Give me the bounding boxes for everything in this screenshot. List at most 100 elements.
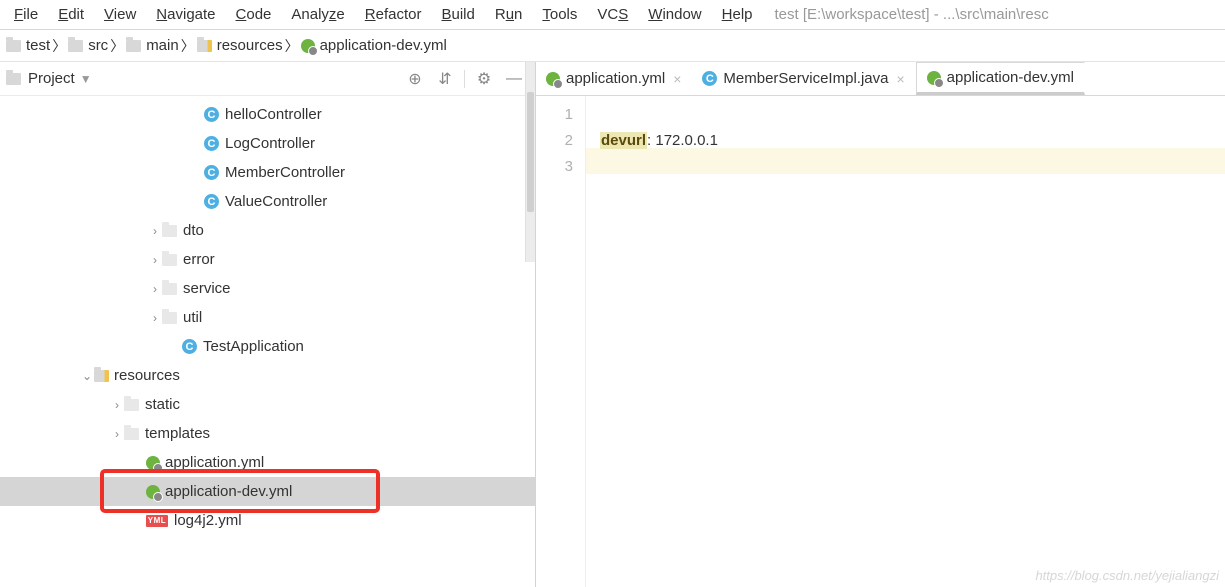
code-line: devurl: 172.0.0.1: [600, 128, 1225, 154]
tree-node[interactable]: C MemberController: [0, 158, 535, 187]
tree-node-label: TestApplication: [203, 338, 304, 355]
project-dropdown-icon[interactable]: ▼: [80, 72, 92, 86]
yml-icon: YML: [146, 515, 168, 527]
close-icon[interactable]: ×: [896, 71, 904, 87]
editor-tab[interactable]: application-dev.yml: [916, 62, 1085, 95]
breadcrumb-label: src: [88, 37, 108, 54]
gear-icon[interactable]: ⚙: [474, 69, 494, 89]
tree-node[interactable]: ›templates: [0, 419, 535, 448]
tree-arrow-icon[interactable]: ›: [110, 398, 124, 412]
menu-item[interactable]: Analyze: [281, 4, 354, 25]
spring-icon: [301, 39, 315, 53]
breadcrumb-label: test: [26, 37, 50, 54]
tree-node-label: application.yml: [165, 454, 264, 471]
menu-item[interactable]: Window: [638, 4, 711, 25]
menu-bar: FileEditViewNavigateCodeAnalyzeRefactorB…: [0, 0, 1225, 30]
tree-scrollbar[interactable]: [525, 96, 535, 262]
spring-icon: [146, 456, 160, 470]
menu-item[interactable]: Build: [431, 4, 484, 25]
spring-icon: [927, 71, 941, 85]
scrollbar-thumb[interactable]: [527, 96, 534, 212]
tree-node-label: LogController: [225, 135, 315, 152]
menu-item[interactable]: Help: [712, 4, 763, 25]
tree-node[interactable]: ChelloController: [0, 100, 535, 129]
locate-icon[interactable]: ⊕: [405, 69, 425, 89]
window-title: test [E:\workspace\test] - ...\src\main\…: [775, 6, 1049, 23]
folder-icon: [162, 254, 177, 266]
project-tree[interactable]: ChelloControllerCLogControllerCMemberCon…: [0, 96, 535, 587]
breadcrumb-item[interactable]: test: [4, 37, 52, 54]
tree-node[interactable]: ›static: [0, 390, 535, 419]
menu-item[interactable]: Run: [485, 4, 533, 25]
menu-item[interactable]: Refactor: [355, 4, 432, 25]
tree-node[interactable]: › dto: [0, 216, 535, 245]
menu-item[interactable]: Edit: [48, 4, 94, 25]
breadcrumb-separator: 〉: [110, 36, 124, 56]
tree-node-label: helloController: [225, 106, 322, 123]
toolbar-divider: [464, 70, 465, 88]
breadcrumb-item[interactable]: src: [66, 37, 110, 54]
tree-node[interactable]: ›error: [0, 245, 535, 274]
tree-node[interactable]: C TestApplication: [0, 332, 535, 361]
tree-node-label: application-dev.yml: [165, 483, 292, 500]
folder-icon: [124, 399, 139, 411]
breadcrumb-label: application-dev.yml: [320, 37, 447, 54]
source-view[interactable]: devurl: 172.0.0.1: [586, 96, 1225, 587]
tree-arrow-icon[interactable]: ›: [110, 427, 124, 441]
tree-arrow-icon[interactable]: ›: [148, 311, 162, 325]
menu-item[interactable]: Code: [226, 4, 282, 25]
tree-node[interactable]: › util: [0, 303, 535, 332]
class-icon: C: [204, 107, 219, 122]
code-line: [600, 154, 1225, 180]
spring-icon: [146, 485, 160, 499]
tab-label: application.yml: [566, 70, 665, 87]
code-line: [600, 102, 1225, 128]
tree-node[interactable]: application-dev.yml: [0, 477, 535, 506]
editor-tab[interactable]: CMemberServiceImpl.java×: [692, 62, 915, 95]
class-icon: C: [182, 339, 197, 354]
hide-icon[interactable]: —: [504, 69, 524, 89]
breadcrumb-separator: 〉: [285, 36, 299, 56]
folder-icon: [124, 428, 139, 440]
tree-node-label: log4j2.yml: [174, 512, 242, 529]
menu-item[interactable]: VCS: [587, 4, 638, 25]
tree-node[interactable]: ⌄resources: [0, 361, 535, 390]
breadcrumb-separator: 〉: [52, 36, 66, 56]
editor-tab[interactable]: application.yml ×: [536, 62, 692, 95]
tree-arrow-icon[interactable]: ›: [148, 224, 162, 238]
tree-node-label: MemberController: [225, 164, 345, 181]
class-icon: C: [204, 165, 219, 180]
line-number: 2: [536, 128, 573, 154]
yaml-key: devurl: [600, 132, 647, 149]
breadcrumb-item[interactable]: resources: [195, 37, 285, 54]
tree-node[interactable]: YML log4j2.yml: [0, 506, 535, 535]
project-panel: Project ▼ ⊕ ⇵ ⚙ — ChelloControllerCLogCo…: [0, 62, 536, 587]
folder-icon: [197, 40, 212, 52]
tree-node[interactable]: ›service: [0, 274, 535, 303]
line-number: 1: [536, 102, 573, 128]
menu-item[interactable]: Navigate: [146, 4, 225, 25]
collapse-icon[interactable]: ⇵: [435, 69, 455, 89]
close-icon[interactable]: ×: [673, 71, 681, 87]
project-panel-title: Project: [28, 70, 75, 87]
project-icon: [6, 73, 21, 85]
tree-node-label: dto: [183, 222, 204, 239]
menu-item[interactable]: Tools: [532, 4, 587, 25]
tree-arrow-icon[interactable]: ›: [148, 253, 162, 267]
menu-item[interactable]: File: [4, 4, 48, 25]
class-icon: C: [702, 71, 717, 86]
breadcrumb-bar: test〉src〉main〉resources〉application-dev.…: [0, 30, 1225, 62]
tree-arrow-icon[interactable]: ›: [148, 282, 162, 296]
folder-icon: [162, 225, 177, 237]
code-area[interactable]: 123 devurl: 172.0.0.1: [536, 96, 1225, 587]
breadcrumb-item[interactable]: main: [124, 37, 181, 54]
project-panel-header: Project ▼ ⊕ ⇵ ⚙ —: [0, 62, 535, 96]
editor-panel: application.yml×CMemberServiceImpl.java×…: [536, 62, 1225, 587]
tree-node-label: util: [183, 309, 202, 326]
tree-node[interactable]: application.yml: [0, 448, 535, 477]
tree-arrow-icon[interactable]: ⌄: [80, 369, 94, 383]
tree-node[interactable]: CLogController: [0, 129, 535, 158]
menu-item[interactable]: View: [94, 4, 146, 25]
tree-node[interactable]: CValueController: [0, 187, 535, 216]
breadcrumb-item[interactable]: application-dev.yml: [299, 37, 449, 54]
